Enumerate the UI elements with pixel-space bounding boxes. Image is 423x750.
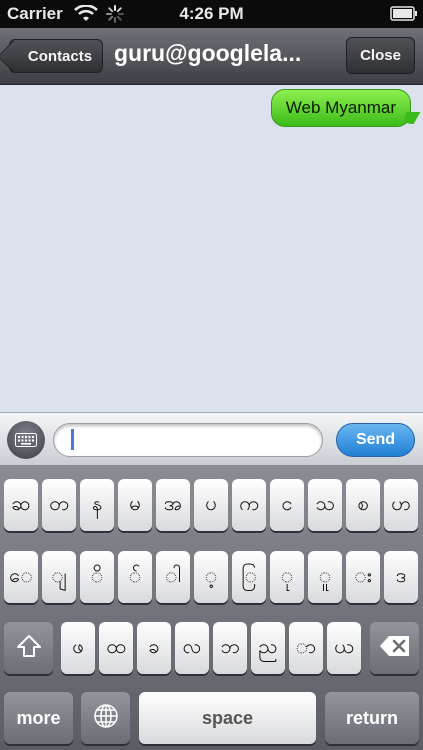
key[interactable]: း bbox=[346, 551, 380, 603]
key[interactable]: ါ bbox=[156, 551, 190, 603]
back-button-label: Contacts bbox=[27, 47, 93, 65]
key[interactable]: ပ bbox=[194, 479, 228, 531]
return-key[interactable]: return bbox=[325, 692, 419, 744]
contacts-back-button[interactable]: Contacts bbox=[9, 39, 103, 73]
delete-key[interactable] bbox=[370, 622, 419, 674]
key[interactable]: ာ bbox=[289, 622, 323, 674]
key[interactable]: ျ bbox=[42, 551, 76, 603]
key[interactable]: ေ bbox=[4, 551, 38, 603]
key[interactable]: က bbox=[232, 479, 266, 531]
key[interactable]: တ bbox=[42, 479, 76, 531]
shift-arrow-icon bbox=[16, 634, 42, 663]
key[interactable]: ဒ bbox=[384, 551, 418, 603]
key[interactable]: ု bbox=[270, 551, 304, 603]
navigation-bar: Contacts guru@googlela... Close bbox=[0, 28, 423, 85]
key[interactable]: ယ bbox=[327, 622, 361, 674]
send-button[interactable]: Send bbox=[336, 423, 415, 457]
key[interactable]: အ bbox=[156, 479, 190, 531]
key[interactable]: သ bbox=[308, 479, 342, 531]
key[interactable]: ် bbox=[118, 551, 152, 603]
key[interactable]: ့ bbox=[194, 551, 228, 603]
keyboard-icon[interactable] bbox=[7, 421, 45, 459]
key[interactable]: န bbox=[80, 479, 114, 531]
globe-icon bbox=[93, 703, 119, 734]
key[interactable]: င bbox=[270, 479, 304, 531]
key[interactable]: ခ bbox=[137, 622, 171, 674]
message-input-bar: Send bbox=[0, 412, 423, 465]
key[interactable]: ဘ bbox=[213, 622, 247, 674]
clock: 4:26 PM bbox=[179, 4, 244, 23]
more-key[interactable]: more bbox=[4, 692, 73, 744]
shift-key[interactable] bbox=[4, 622, 53, 674]
key[interactable]: စ bbox=[346, 479, 380, 531]
message-text-field[interactable] bbox=[53, 423, 323, 457]
key[interactable]: ဖ bbox=[61, 622, 95, 674]
battery-full-icon bbox=[390, 6, 418, 26]
backspace-icon bbox=[379, 635, 411, 662]
message-list[interactable]: Web Myanmar bbox=[0, 85, 423, 412]
key[interactable]: ဟ bbox=[384, 479, 418, 531]
sent-message-bubble[interactable]: Web Myanmar bbox=[270, 89, 411, 127]
space-key[interactable]: space bbox=[139, 692, 316, 744]
key[interactable]: ဆ bbox=[4, 479, 38, 531]
key[interactable]: ူ bbox=[308, 551, 342, 603]
conversation-title: guru@googlela... bbox=[114, 40, 302, 66]
status-bar: Carrier 4:26 PM bbox=[0, 0, 423, 28]
close-button[interactable]: Close bbox=[346, 37, 415, 74]
myanmar-keyboard: ဆ တ န မ အ ပ က င သ စ ဟ ေ ျ ိ ် ါ ့ ြ ု ူ … bbox=[0, 465, 423, 750]
key[interactable]: လ bbox=[175, 622, 209, 674]
globe-key[interactable] bbox=[81, 692, 130, 744]
key[interactable]: ိ bbox=[80, 551, 114, 603]
key[interactable]: ည bbox=[251, 622, 285, 674]
key[interactable]: မ bbox=[118, 479, 152, 531]
key[interactable]: ြ bbox=[232, 551, 266, 603]
key[interactable]: ထ bbox=[99, 622, 133, 674]
